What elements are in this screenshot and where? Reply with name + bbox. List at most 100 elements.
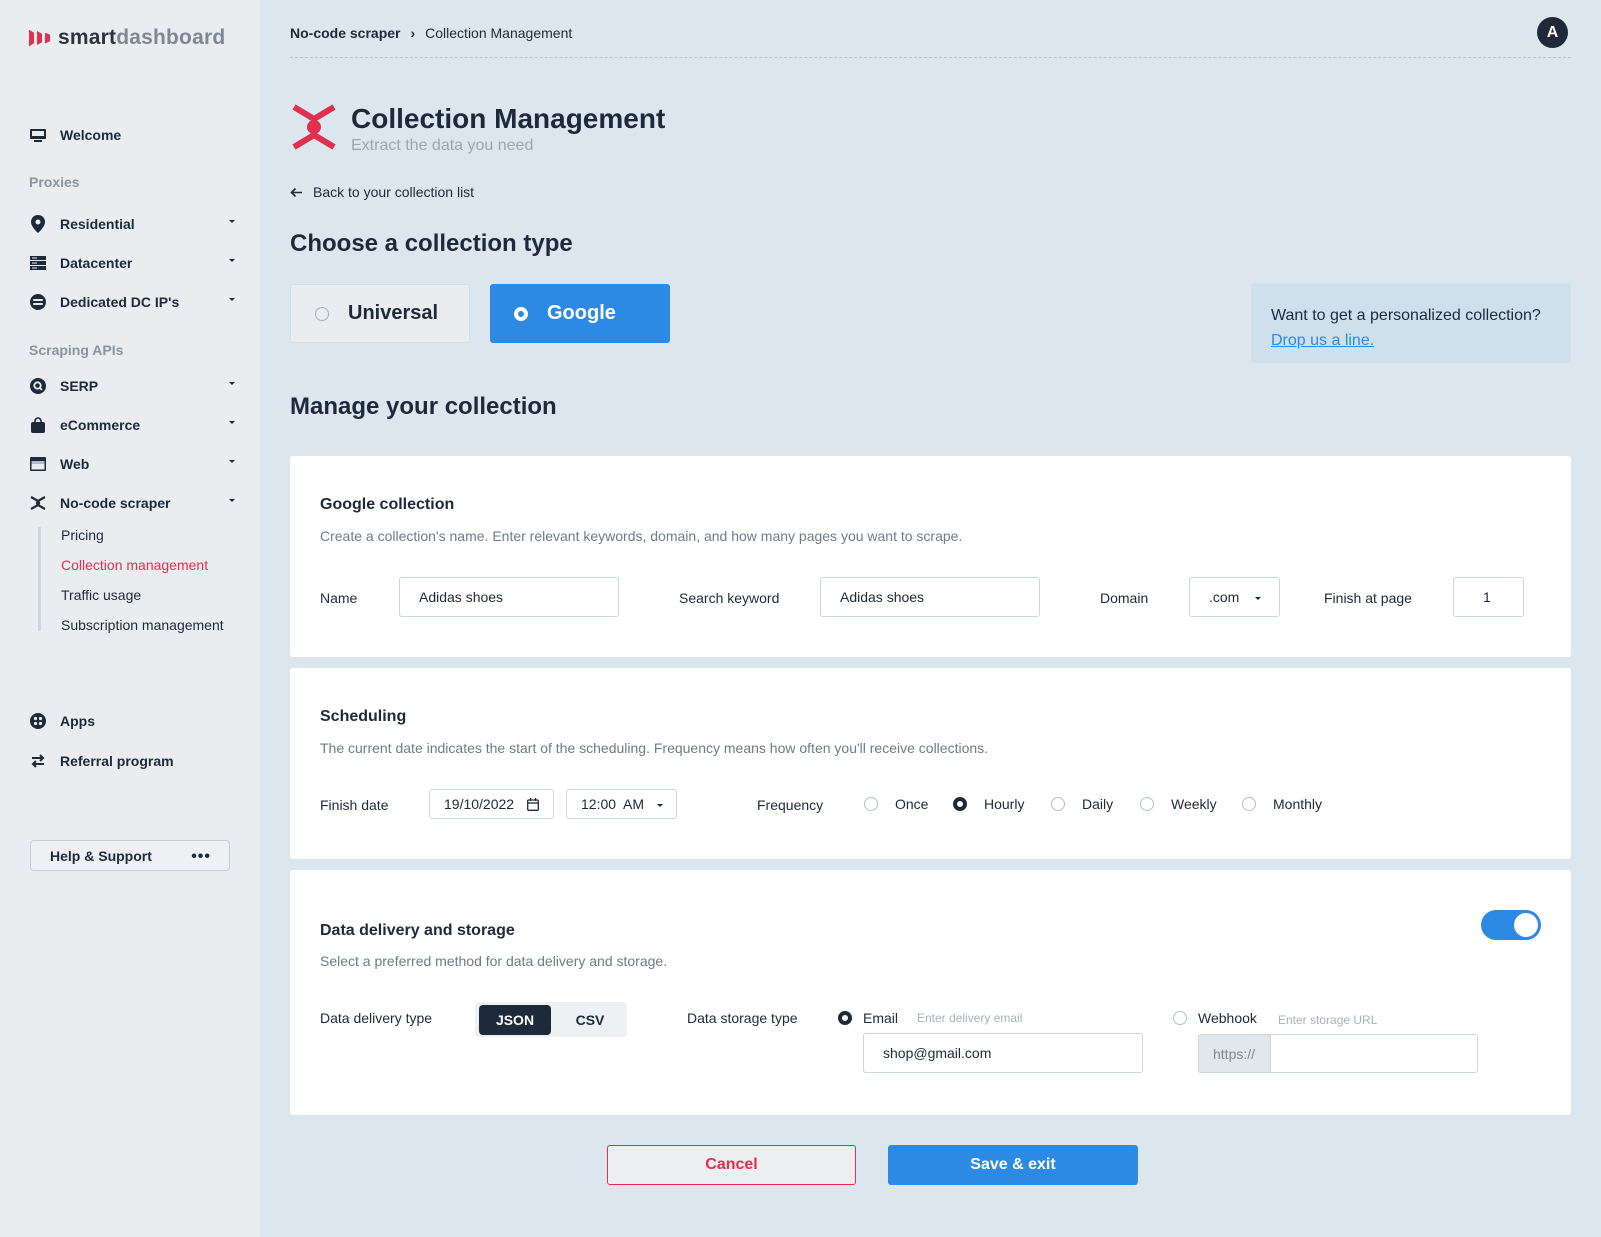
frequency-hourly-label: Hourly xyxy=(984,796,1025,812)
url-prefix: https:// xyxy=(1198,1034,1270,1073)
delivery-type-segmented: JSON CSV xyxy=(475,1002,627,1037)
webhook-hint: Enter storage URL xyxy=(1278,1013,1378,1027)
promo-link[interactable]: Drop us a line. xyxy=(1271,332,1374,349)
sidebar-item-apps[interactable]: Apps xyxy=(29,708,235,734)
email-hint: Enter delivery email xyxy=(917,1011,1023,1025)
frequency-label: Frequency xyxy=(757,797,824,813)
sidebar-item-referral[interactable]: Referral program xyxy=(29,748,235,774)
frequency-weekly-label: Weekly xyxy=(1171,796,1217,812)
personalized-collection-promo: Want to get a personalized collection? D… xyxy=(1251,283,1571,363)
breadcrumb-current: Collection Management xyxy=(425,25,573,41)
domain-select[interactable]: .com xyxy=(1189,577,1280,617)
apps-icon xyxy=(29,712,47,730)
storage-option-email[interactable]: Email xyxy=(838,1010,898,1026)
sidebar-item-dedicated-dc[interactable]: Dedicated DC IP's xyxy=(29,289,235,315)
sidebar-item-label: SERP xyxy=(60,378,99,394)
time-select[interactable]: 12:00 AM xyxy=(566,789,677,819)
radio-weekly[interactable] xyxy=(1140,797,1154,811)
sidebar-item-residential[interactable]: Residential xyxy=(29,211,235,237)
help-support-button[interactable]: Help & Support ••• xyxy=(30,840,230,871)
panel-title: Data delivery and storage xyxy=(320,922,515,939)
storage-option-webhook[interactable]: Webhook xyxy=(1173,1010,1257,1026)
chevron-down-icon xyxy=(229,382,235,385)
calendar-icon[interactable] xyxy=(527,798,539,811)
delivery-enabled-toggle[interactable] xyxy=(1481,910,1541,940)
radio-universal[interactable] xyxy=(315,306,329,321)
frequency-option-weekly[interactable]: Weekly xyxy=(1140,796,1217,812)
more-options-icon[interactable]: ••• xyxy=(191,848,211,866)
chevron-down-icon xyxy=(229,460,235,463)
name-label: Name xyxy=(320,590,358,606)
webhook-url-input[interactable] xyxy=(1270,1034,1478,1073)
frequency-option-monthly[interactable]: Monthly xyxy=(1242,796,1322,812)
webhook-label: Webhook xyxy=(1198,1010,1257,1026)
sidebar-subitem-traffic-usage[interactable]: Traffic usage xyxy=(61,587,141,603)
chevron-down-icon xyxy=(229,220,235,223)
frequency-daily-label: Daily xyxy=(1082,796,1114,812)
breadcrumb: No-code scraper › Collection Management xyxy=(290,25,572,41)
frequency-option-once[interactable]: Once xyxy=(864,796,928,812)
frequency-option-hourly[interactable]: Hourly xyxy=(953,796,1024,812)
radio-daily[interactable] xyxy=(1051,797,1065,811)
panel-title: Google collection xyxy=(320,496,455,513)
domain-value: .com xyxy=(1209,589,1240,605)
radio-email[interactable] xyxy=(838,1011,852,1025)
sidebar-item-ecommerce[interactable]: eCommerce xyxy=(29,412,235,438)
scraper-logo-icon xyxy=(292,104,336,150)
sidebar-item-datacenter[interactable]: Datacenter xyxy=(29,250,235,276)
sidebar-item-label: Datacenter xyxy=(60,255,133,271)
choose-type-heading: Choose a collection type xyxy=(290,230,573,257)
scheduling-panel: Scheduling The current date indicates th… xyxy=(290,668,1571,859)
sidebar-subitem-pricing[interactable]: Pricing xyxy=(61,527,104,543)
back-link-label: Back to your collection list xyxy=(313,184,475,200)
database-icon xyxy=(29,293,47,311)
chevron-down-icon xyxy=(657,804,663,807)
sidebar-item-label: Web xyxy=(60,456,90,472)
sidebar-item-no-code-scraper[interactable]: No-code scraper xyxy=(29,490,235,516)
brand-name: smartdashboard xyxy=(58,26,226,49)
radio-monthly[interactable] xyxy=(1242,797,1256,811)
radio-once[interactable] xyxy=(864,797,878,811)
scraper-icon xyxy=(29,494,47,512)
sidebar-item-web[interactable]: Web xyxy=(29,451,235,477)
frequency-option-daily[interactable]: Daily xyxy=(1051,796,1113,812)
chevron-up-icon xyxy=(229,499,235,502)
avatar[interactable]: A xyxy=(1537,17,1568,48)
sidebar-section-proxies: Proxies xyxy=(29,174,80,190)
cancel-button[interactable]: Cancel xyxy=(607,1145,856,1185)
exchange-arrows-icon xyxy=(29,752,47,770)
finish-page-input[interactable]: 1 xyxy=(1453,577,1524,617)
keyword-input[interactable]: Adidas shoes xyxy=(820,577,1040,617)
radio-webhook[interactable] xyxy=(1173,1011,1187,1025)
breadcrumb-parent[interactable]: No-code scraper xyxy=(290,25,400,41)
sidebar-item-label: Apps xyxy=(60,713,95,729)
finish-date-input[interactable]: 19/10/2022 xyxy=(429,789,554,819)
panel-desc: Create a collection's name. Enter releva… xyxy=(320,528,963,544)
email-input[interactable]: shop@gmail.com xyxy=(863,1033,1143,1073)
sidebar-item-welcome[interactable]: Welcome xyxy=(29,122,235,148)
sidebar-subitem-collection-management[interactable]: Collection management xyxy=(61,557,208,573)
name-input[interactable]: Adidas shoes xyxy=(399,577,619,617)
manage-heading: Manage your collection xyxy=(290,393,557,420)
search-icon xyxy=(29,377,47,395)
delivery-csv-option[interactable]: CSV xyxy=(555,1005,625,1035)
sidebar-subitem-subscription-management[interactable]: Subscription management xyxy=(61,617,224,633)
server-icon xyxy=(29,254,47,272)
brand-logo[interactable]: smartdashboard xyxy=(29,26,225,50)
chevron-right-icon: › xyxy=(410,25,416,41)
save-exit-button[interactable]: Save & exit xyxy=(888,1145,1138,1185)
location-pin-icon xyxy=(29,215,47,233)
delivery-json-option[interactable]: JSON xyxy=(479,1005,551,1035)
panel-desc: The current date indicates the start of … xyxy=(320,740,989,756)
google-collection-panel: Google collection Create a collection's … xyxy=(290,456,1571,657)
email-label: Email xyxy=(863,1010,899,1026)
chevron-down-icon xyxy=(229,298,235,301)
radio-google[interactable] xyxy=(514,306,528,321)
domain-label: Domain xyxy=(1100,590,1149,606)
type-card-universal[interactable]: Universal xyxy=(290,284,470,343)
back-to-list-link[interactable]: Back to your collection list xyxy=(290,184,474,200)
type-card-google[interactable]: Google xyxy=(490,284,670,343)
sidebar-item-serp[interactable]: SERP xyxy=(29,373,235,399)
help-support-label: Help & Support xyxy=(50,847,152,864)
radio-hourly[interactable] xyxy=(953,797,967,811)
